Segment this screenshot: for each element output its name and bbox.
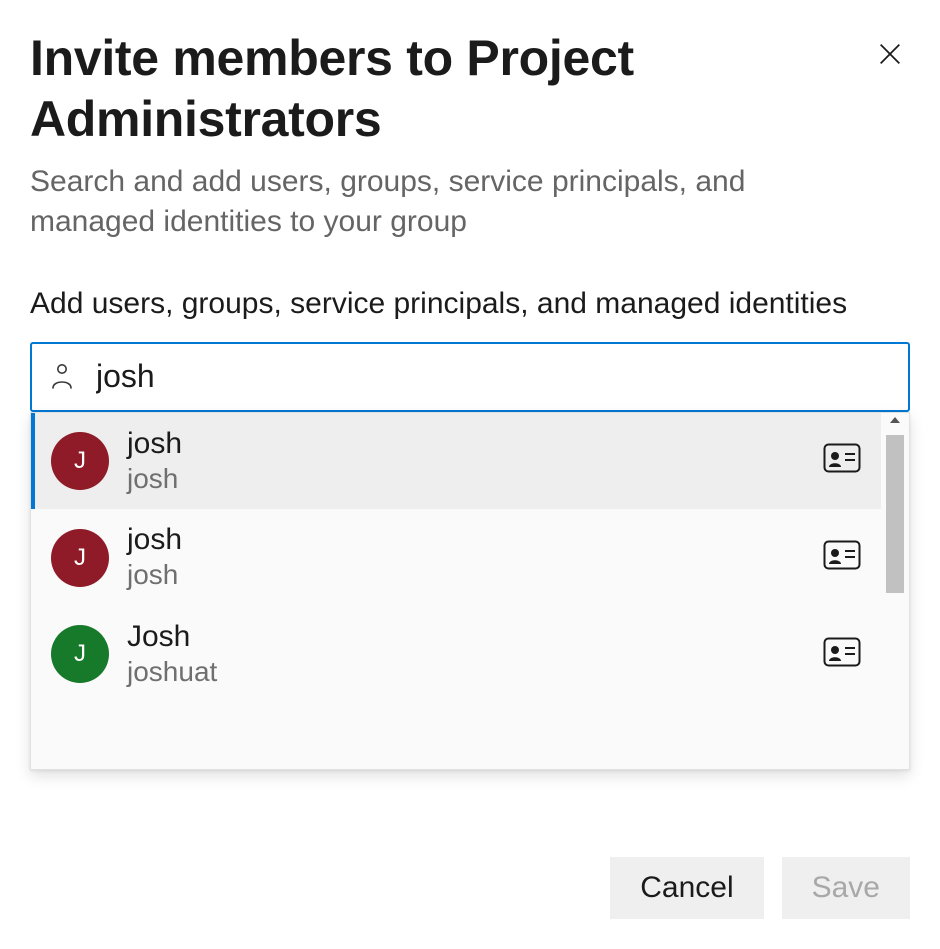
result-text: joshjosh bbox=[127, 427, 805, 496]
avatar: J bbox=[51, 529, 109, 587]
dialog-subtitle: Search and add users, groups, service pr… bbox=[30, 162, 850, 242]
avatar: J bbox=[51, 432, 109, 490]
scroll-up-arrow-icon[interactable] bbox=[885, 413, 905, 427]
invite-members-dialog: Invite members to Project Administrators… bbox=[0, 0, 940, 949]
search-box[interactable] bbox=[30, 342, 910, 412]
result-text: Joshjoshuat bbox=[127, 620, 805, 689]
avatar: J bbox=[51, 625, 109, 683]
view-contact-card-button[interactable] bbox=[823, 443, 861, 478]
search-result-item[interactable]: J Joshjoshuat bbox=[31, 606, 881, 703]
dialog-title: Invite members to Project Administrators bbox=[30, 28, 810, 150]
result-subtext: josh bbox=[127, 462, 805, 496]
search-field-wrap: JjoshjoshJjoshjoshJJoshjoshuat bbox=[30, 342, 910, 412]
close-button[interactable] bbox=[870, 34, 910, 74]
search-result-item[interactable]: Jjoshjosh bbox=[31, 413, 881, 510]
save-button[interactable]: Save bbox=[782, 857, 910, 919]
result-subtext: josh bbox=[127, 558, 805, 592]
person-icon bbox=[50, 363, 74, 391]
dialog-header: Invite members to Project Administrators bbox=[30, 28, 910, 150]
contact-card-icon bbox=[823, 443, 861, 473]
view-contact-card-button[interactable] bbox=[823, 637, 861, 672]
contact-card-icon bbox=[823, 637, 861, 667]
result-name: Josh bbox=[127, 620, 805, 653]
search-result-item[interactable]: Jjoshjosh bbox=[31, 509, 881, 606]
result-text: joshjosh bbox=[127, 523, 805, 592]
scrollbar-thumb[interactable] bbox=[886, 435, 904, 593]
close-icon bbox=[876, 40, 904, 68]
result-subtext: joshuat bbox=[127, 655, 805, 689]
view-contact-card-button[interactable] bbox=[823, 540, 861, 575]
search-results-list: JjoshjoshJjoshjoshJJoshjoshuat bbox=[31, 413, 881, 769]
search-results-dropdown: JjoshjoshJjoshjoshJJoshjoshuat bbox=[30, 412, 910, 770]
contact-card-icon bbox=[823, 540, 861, 570]
cancel-button[interactable]: Cancel bbox=[610, 857, 763, 919]
result-name: josh bbox=[127, 427, 805, 460]
search-input[interactable] bbox=[96, 358, 890, 395]
search-field-label: Add users, groups, service principals, a… bbox=[30, 284, 890, 324]
result-name: josh bbox=[127, 523, 805, 556]
dialog-footer: Cancel Save bbox=[610, 857, 910, 919]
